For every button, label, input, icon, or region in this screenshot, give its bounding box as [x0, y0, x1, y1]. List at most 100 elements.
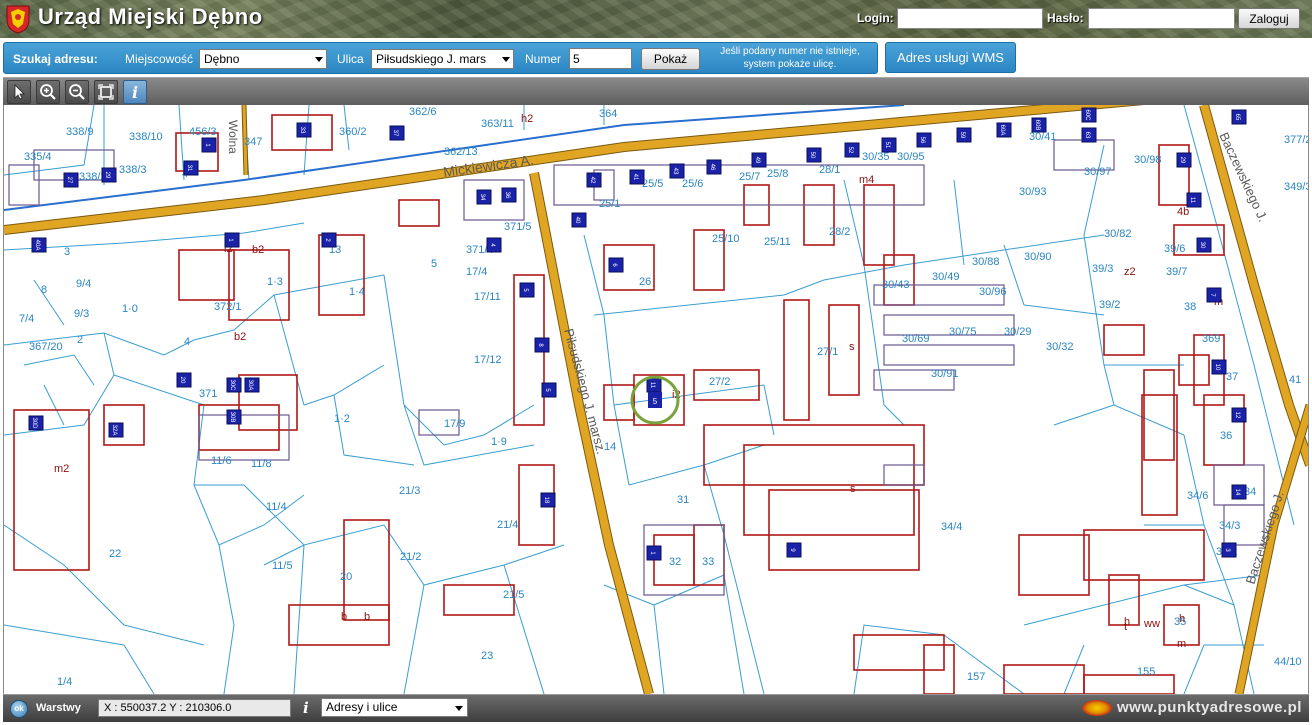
layers-label[interactable]: Warstwy — [36, 702, 81, 714]
address-point-icon[interactable]: 8 — [534, 337, 550, 353]
address-point-icon[interactable]: 1 — [201, 137, 217, 153]
address-point-icon[interactable]: 6 — [608, 257, 624, 273]
address-point-icon[interactable]: 4 — [486, 237, 502, 253]
parcel-label: 39/6 — [1164, 243, 1185, 255]
street-select[interactable]: Piłsudskiego J. mars — [371, 49, 514, 69]
address-point-icon[interactable]: 10 — [1211, 359, 1227, 375]
parcel-label: 30/41 — [1029, 131, 1057, 143]
address-point-icon[interactable]: 30C — [226, 377, 242, 393]
address-point-icon[interactable]: 27 — [63, 172, 79, 188]
parcel-label: s — [849, 341, 855, 353]
zoom-out-icon — [69, 84, 85, 100]
address-point-label: 65 — [1234, 114, 1240, 121]
address-point-icon[interactable]: 43 — [669, 163, 685, 179]
zoom-out-button[interactable] — [65, 80, 89, 104]
address-point-icon[interactable]: 29 — [1176, 152, 1192, 168]
address-point-icon[interactable]: 59 — [956, 127, 972, 143]
address-point-icon[interactable]: 37 — [389, 125, 405, 141]
brand-link[interactable]: www.punktyadresowe.pl — [1117, 699, 1302, 716]
address-point-icon[interactable]: 11 — [1186, 192, 1202, 208]
parcel-label: 30/88 — [972, 256, 1000, 268]
parcel-label: 371/5 — [504, 221, 532, 233]
zoom-in-button[interactable] — [36, 80, 60, 104]
address-point-icon[interactable]: 5 — [541, 382, 557, 398]
address-point-icon[interactable]: 7 — [1206, 287, 1222, 303]
address-points: 33 37131272942 414346495052515659 60A 60B60C… — [28, 107, 1247, 561]
address-point-icon[interactable]: 30 — [1196, 237, 1212, 253]
pointer-tool-button[interactable] — [7, 80, 31, 104]
address-point-icon[interactable]: 50 — [806, 147, 822, 163]
login-input[interactable] — [897, 8, 1043, 29]
address-point-icon[interactable]: 51 — [881, 137, 897, 153]
address-point-icon[interactable]: 30D — [28, 415, 44, 431]
parcel-label: 5 — [431, 258, 437, 270]
address-point-icon[interactable]: 31 — [183, 160, 199, 176]
address-point-label: 36 — [504, 192, 510, 199]
building-outline — [1143, 369, 1175, 461]
layer-select[interactable]: Adresy i ulice — [321, 698, 468, 717]
address-point-icon[interactable]: 40 — [571, 212, 587, 228]
search-hint: Jeśli podany numer nie istnieje, system … — [704, 45, 876, 71]
address-point-icon[interactable]: 9 — [786, 542, 802, 558]
map-canvas[interactable]: 335/4 338/9 338/10 456/3 347 360/2 362/6 363/11… — [3, 105, 1309, 694]
address-point-icon[interactable]: 33 — [296, 122, 312, 138]
full-extent-button[interactable] — [94, 80, 118, 104]
address-point-icon[interactable]: 60C — [1081, 107, 1097, 123]
parcel-label: 372/1 — [214, 301, 242, 313]
address-point-icon[interactable]: 60B — [1031, 117, 1047, 133]
building-outline — [1018, 534, 1090, 596]
number-input[interactable] — [569, 48, 632, 69]
address-point-label: 63 — [1084, 132, 1090, 139]
building-outline — [1003, 664, 1085, 694]
address-point-icon[interactable]: 42 — [586, 172, 602, 188]
address-point-icon[interactable]: 41 — [629, 169, 645, 185]
ok-icon[interactable]: ok — [10, 700, 28, 718]
address-point-icon[interactable]: 40A — [31, 237, 47, 253]
address-point-icon[interactable]: 2 — [321, 232, 337, 248]
address-point-icon[interactable]: 32A — [108, 422, 124, 438]
town-select[interactable]: Dębno — [199, 49, 327, 69]
address-point-icon[interactable]: 14 — [1231, 484, 1247, 500]
address-point-icon[interactable]: 63 — [1081, 127, 1097, 143]
address-point-icon[interactable]: 36 — [501, 187, 517, 203]
address-point-icon[interactable]: 3 — [1221, 542, 1237, 558]
search-label: Szukaj adresu: — [13, 52, 98, 66]
address-point-icon[interactable]: 1 — [646, 545, 662, 561]
address-point-label: 30 — [1199, 242, 1205, 249]
show-button[interactable]: Pokaż — [641, 48, 700, 70]
parcel-boundary-line — [628, 384, 775, 694]
address-point-icon[interactable]: 56 — [916, 132, 932, 148]
parcel-label: 362/6 — [409, 106, 437, 118]
parcel-label: 37 — [1226, 371, 1238, 383]
wms-address-button[interactable]: Adres usługi WMS — [885, 42, 1016, 73]
address-point-icon[interactable]: 60A — [996, 122, 1012, 138]
parcel-label: 1·0 — [122, 303, 138, 315]
parcel-label: 25/7 — [739, 171, 760, 183]
address-point-icon[interactable]: 49 — [751, 152, 767, 168]
address-point-icon[interactable]: 29 — [101, 167, 117, 183]
cadastral-map[interactable]: 335/4338/9 338/10 456/3347360/2362/6363/11… — [4, 105, 1309, 694]
address-point-icon[interactable]: 11 — [646, 377, 662, 393]
info-tool-button[interactable]: i — [123, 80, 147, 104]
address-point-icon[interactable]: 52 — [844, 142, 860, 158]
building-outline — [1083, 674, 1175, 694]
address-point-icon[interactable]: 30A — [244, 377, 260, 393]
address-point-icon[interactable]: 18 — [540, 492, 556, 508]
address-point-label: 10 — [1214, 364, 1220, 371]
address-point-icon[interactable]: 34 — [476, 189, 492, 205]
password-input[interactable] — [1088, 8, 1235, 29]
address-point-icon[interactable]: 65 — [1231, 109, 1247, 125]
parcel-label: 32 — [669, 556, 681, 568]
address-point-label: 56 — [919, 137, 925, 144]
address-point-icon[interactable]: 30B — [226, 409, 242, 425]
address-point-label: 30C — [229, 379, 235, 391]
parcel-label: 11/8 — [251, 458, 272, 470]
address-point-icon[interactable]: 1 — [224, 232, 240, 248]
parcel-label: m2 — [54, 463, 69, 475]
login-button[interactable]: Zaloguj — [1238, 8, 1300, 29]
building-outline — [703, 424, 925, 486]
address-point-icon[interactable]: 5 — [519, 282, 535, 298]
address-point-icon[interactable]: 20 — [176, 372, 192, 388]
address-point-icon[interactable]: 46 — [706, 159, 722, 175]
address-point-icon[interactable]: 12 — [1231, 407, 1247, 423]
